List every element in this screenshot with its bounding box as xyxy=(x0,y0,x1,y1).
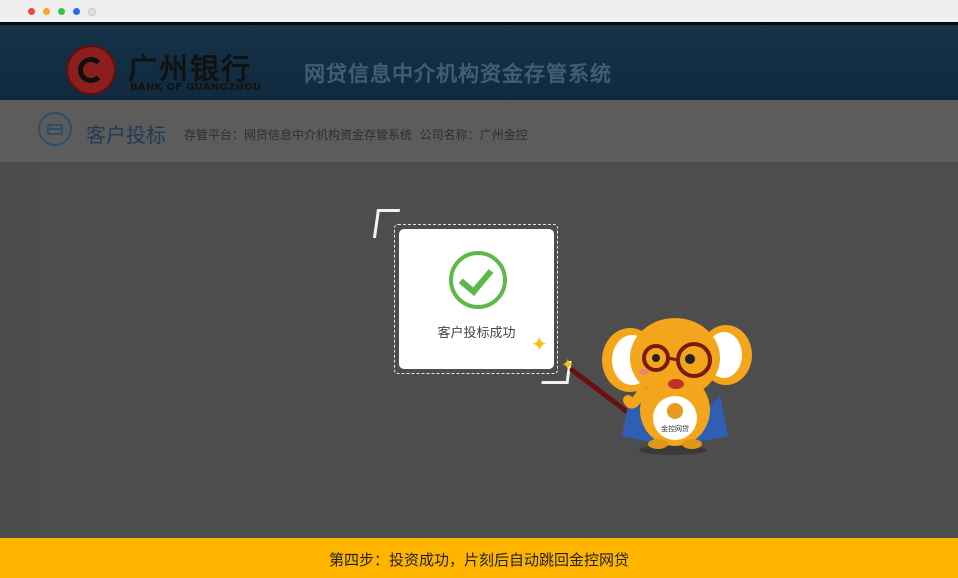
platform-info: 存管平台：网贷信息中介机构资金存管系统 公司名称：广州金控 xyxy=(184,126,528,143)
company-value: 广州金控 xyxy=(479,128,528,142)
header-bar: 广州银行 BANK OF GUANGZHOU 网贷信息中介机构资金存管系统 xyxy=(0,22,958,100)
bank-name-en: BANK OF GUANGZHOU xyxy=(130,82,262,93)
mascot-badge-text: 金控网贷 xyxy=(661,424,689,433)
window-zoom-button[interactable] xyxy=(58,8,65,15)
step-text: 第四步：投资成功，片刻后自动跳回金控网贷 xyxy=(328,551,629,569)
window-extra-button-2[interactable] xyxy=(88,8,96,16)
window-close-button[interactable] xyxy=(28,8,35,15)
page-header: 客户投标 存管平台：网贷信息中介机构资金存管系统 公司名称：广州金控 xyxy=(0,100,958,162)
page-title: 客户投标 xyxy=(86,123,166,147)
check-circle-icon xyxy=(449,251,507,309)
platform-label: 存管平台： xyxy=(184,128,245,142)
system-title: 网贷信息中介机构资金存管系统 xyxy=(304,62,612,86)
window-extra-button[interactable] xyxy=(73,8,80,15)
elephant-mascot-illustration: 金控网贷 xyxy=(569,318,752,455)
credit-card-icon xyxy=(38,112,72,146)
sparkle-icon: ✦ xyxy=(531,332,548,356)
platform-value: 网贷信息中介机构资金存管系统 xyxy=(244,128,413,142)
step-banner: 第四步：投资成功，片刻后自动跳回金控网贷 xyxy=(0,538,958,578)
bank-logo-icon xyxy=(66,45,116,95)
company-label: 公司名称： xyxy=(419,128,480,142)
window-minimize-button[interactable] xyxy=(43,8,50,15)
window-titlebar xyxy=(0,0,958,23)
